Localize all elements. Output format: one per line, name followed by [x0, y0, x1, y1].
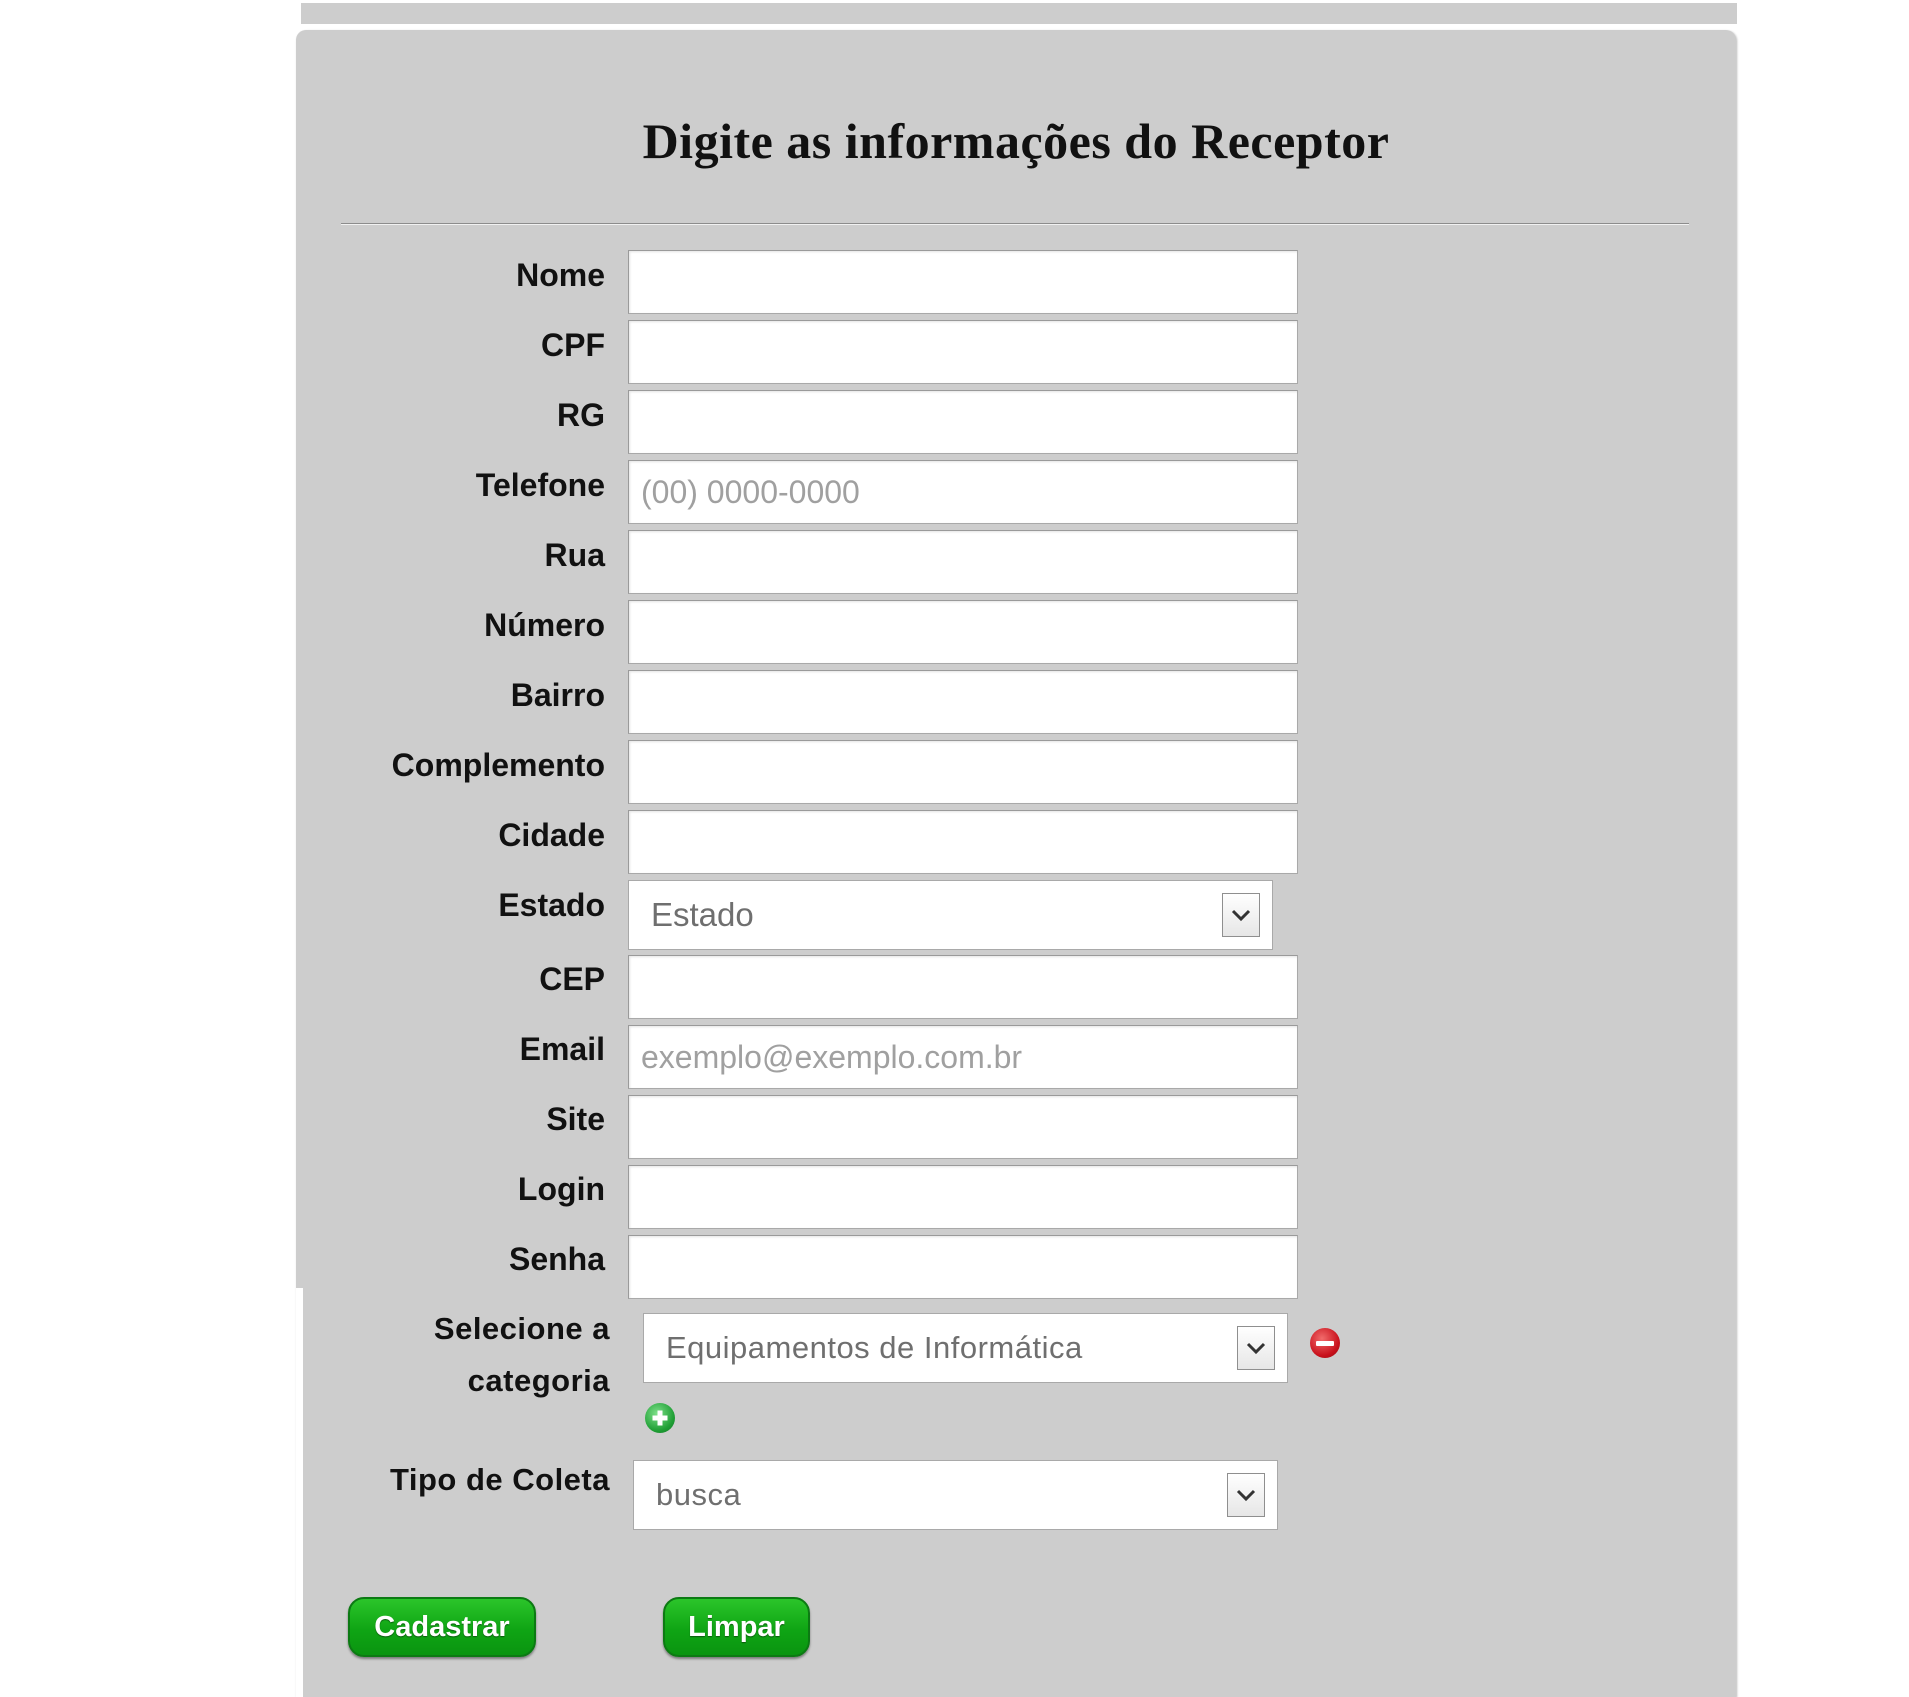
telefone-input[interactable]	[628, 460, 1298, 524]
estado-label: Estado	[498, 887, 605, 923]
cpf-label: CPF	[541, 327, 605, 363]
cadastrar-button[interactable]: Cadastrar	[348, 1597, 536, 1657]
categoria-select[interactable]: Equipamentos de Informática	[643, 1313, 1288, 1383]
complemento-input[interactable]	[628, 740, 1298, 804]
chevron-down-icon[interactable]	[1237, 1326, 1275, 1370]
cpf-input[interactable]	[628, 320, 1298, 384]
top-bar	[301, 3, 1737, 24]
plus-circle-icon[interactable]	[645, 1403, 675, 1433]
cidade-label: Cidade	[498, 817, 605, 853]
telefone-label: Telefone	[475, 467, 605, 503]
login-label: Login	[517, 1171, 605, 1207]
nome-label: Nome	[516, 257, 605, 293]
bairro-input[interactable]	[628, 670, 1298, 734]
email-input[interactable]	[628, 1025, 1298, 1089]
rg-label: RG	[557, 397, 605, 433]
cep-label: CEP	[539, 961, 605, 997]
panel-edge-gap	[296, 1288, 303, 1697]
page-title: Digite as informações do Receptor	[642, 113, 1390, 169]
email-label: Email	[519, 1031, 605, 1067]
chevron-down-icon[interactable]	[1222, 893, 1260, 937]
senha-label: Senha	[508, 1241, 605, 1277]
bairro-label: Bairro	[510, 677, 605, 713]
cidade-input[interactable]	[628, 810, 1298, 874]
login-input[interactable]	[628, 1165, 1298, 1229]
nome-input[interactable]	[628, 250, 1298, 314]
tipo-coleta-selected-value: busca	[656, 1477, 742, 1512]
senha-input[interactable]	[628, 1235, 1298, 1299]
estado-selected-value: Estado	[651, 896, 754, 933]
site-label: Site	[546, 1101, 605, 1137]
minus-circle-icon[interactable]	[1310, 1328, 1340, 1358]
estado-select[interactable]: Estado	[628, 880, 1273, 950]
categoria-selected-value: Equipamentos de Informática	[666, 1330, 1083, 1365]
title-divider	[341, 223, 1689, 225]
limpar-button[interactable]: Limpar	[663, 1597, 810, 1657]
rua-input[interactable]	[628, 530, 1298, 594]
cep-input[interactable]	[628, 955, 1298, 1019]
tipo-coleta-label: Tipo de Coleta	[389, 1462, 610, 1497]
numero-input[interactable]	[628, 600, 1298, 664]
site-input[interactable]	[628, 1095, 1298, 1159]
rg-input[interactable]	[628, 390, 1298, 454]
chevron-down-icon[interactable]	[1227, 1473, 1265, 1517]
complemento-label: Complemento	[391, 747, 605, 783]
categoria-label: Selecione a categoria	[365, 1303, 610, 1407]
categoria-label-line2: categoria	[467, 1363, 610, 1398]
categoria-label-line1: Selecione a	[433, 1311, 610, 1346]
numero-label: Número	[484, 607, 605, 643]
tipo-coleta-select[interactable]: busca	[633, 1460, 1278, 1530]
rua-label: Rua	[544, 537, 605, 573]
